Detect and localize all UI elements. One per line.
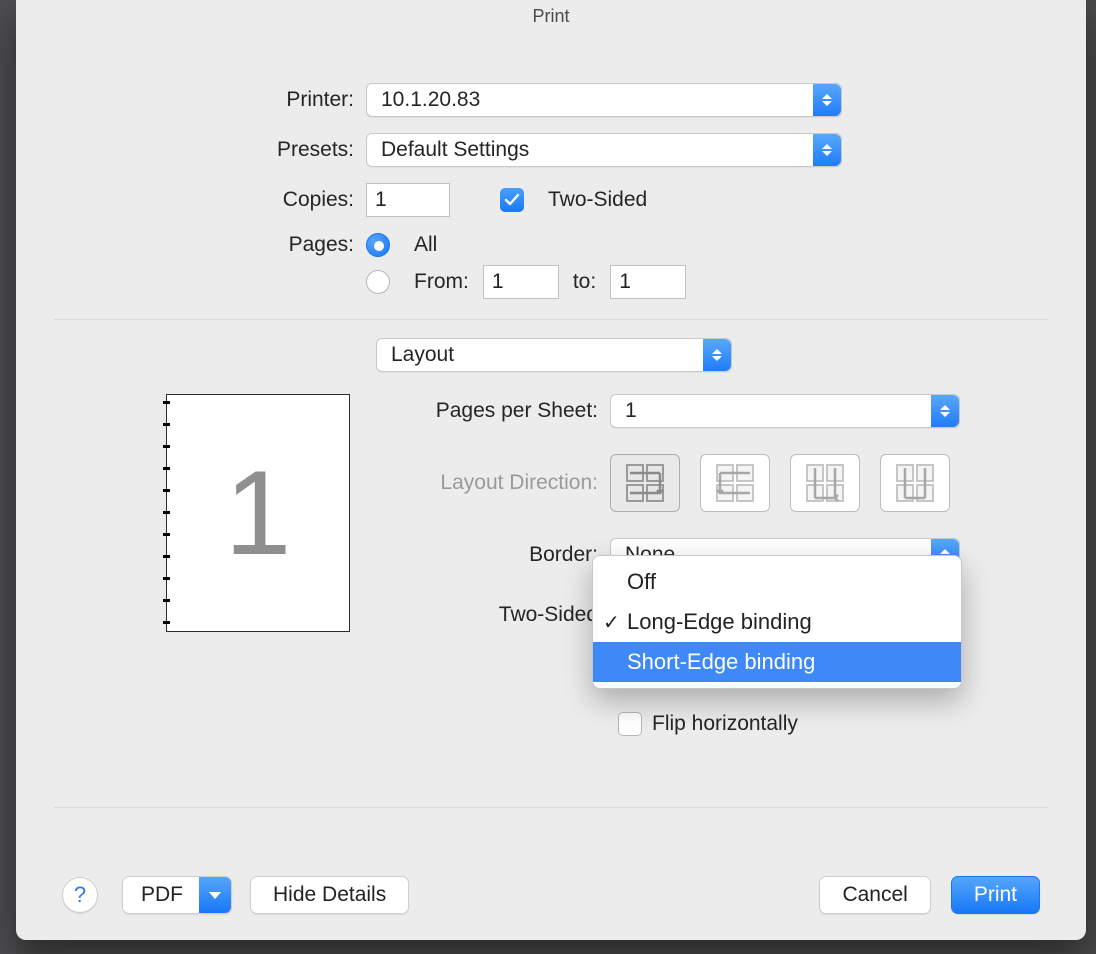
layout-dir-3[interactable] [790,454,860,512]
two-sided-option-off[interactable]: Off [593,562,961,602]
section-popup[interactable]: Layout [376,338,732,372]
backdrop-left [0,0,16,954]
pages-range-radio[interactable] [366,270,390,294]
chevron-down-icon [199,877,231,913]
two-sided-checkbox[interactable] [500,188,524,212]
divider-bottom [54,807,1048,808]
pps-value: 1 [625,399,637,423]
pdf-label: PDF [123,883,199,907]
pages-to-input[interactable] [610,265,686,299]
two-sided-option-short-edge[interactable]: Short-Edge binding [593,642,961,682]
updown-icon [813,84,841,116]
printer-value: 10.1.20.83 [381,88,480,112]
pages-from-input[interactable] [483,265,559,299]
page-preview: 1 [166,394,350,632]
presets-popup[interactable]: Default Settings [366,133,842,167]
divider [54,319,1048,320]
dialog-title: Print [16,0,1086,27]
pages-label: Pages: [16,233,366,257]
pages-all-radio[interactable] [366,233,390,257]
layout-dir-2[interactable] [700,454,770,512]
pps-popup[interactable]: 1 [610,394,960,428]
binding-marks-icon [166,395,167,631]
presets-label: Presets: [16,138,366,162]
two-sided-label: Two-Sided [548,188,647,212]
cancel-button[interactable]: Cancel [819,876,930,914]
help-icon: ? [74,882,86,908]
layout-direction-label: Layout Direction: [390,471,610,495]
presets-value: Default Settings [381,138,529,162]
pages-to-label: to: [573,270,596,294]
pdf-menu-button[interactable]: PDF [122,876,232,914]
flip-horizontally-checkbox[interactable] [618,712,642,736]
pps-label: Pages per Sheet: [390,399,610,423]
updown-icon [813,134,841,166]
updown-icon [703,339,731,371]
printer-popup[interactable]: 10.1.20.83 [366,83,842,117]
updown-icon [931,395,959,427]
pages-from-label: From: [414,270,469,294]
preview-page-number: 1 [225,444,292,582]
section-value: Layout [391,343,454,367]
layout-dir-4[interactable] [880,454,950,512]
layout-direction-group [610,454,950,512]
flip-horizontally-label: Flip horizontally [652,712,798,736]
two-sided-menu: Off Long-Edge binding Short-Edge binding [592,555,962,689]
print-button[interactable]: Print [951,876,1040,914]
copies-label: Copies: [16,188,366,212]
print-dialog: Print Printer: 10.1.20.83 Presets: Defau… [16,0,1086,940]
help-button[interactable]: ? [62,877,98,913]
border-label: Border: [390,543,610,567]
two-sided2-label: Two-Sided [390,603,610,627]
copies-input[interactable] [366,183,450,217]
two-sided-option-long-edge[interactable]: Long-Edge binding [593,602,961,642]
layout-dir-1[interactable] [610,454,680,512]
hide-details-button[interactable]: Hide Details [250,876,409,914]
dialog-footer: ? PDF Hide Details Cancel Print [16,876,1086,914]
pages-all-label: All [414,233,437,257]
printer-label: Printer: [16,88,366,112]
